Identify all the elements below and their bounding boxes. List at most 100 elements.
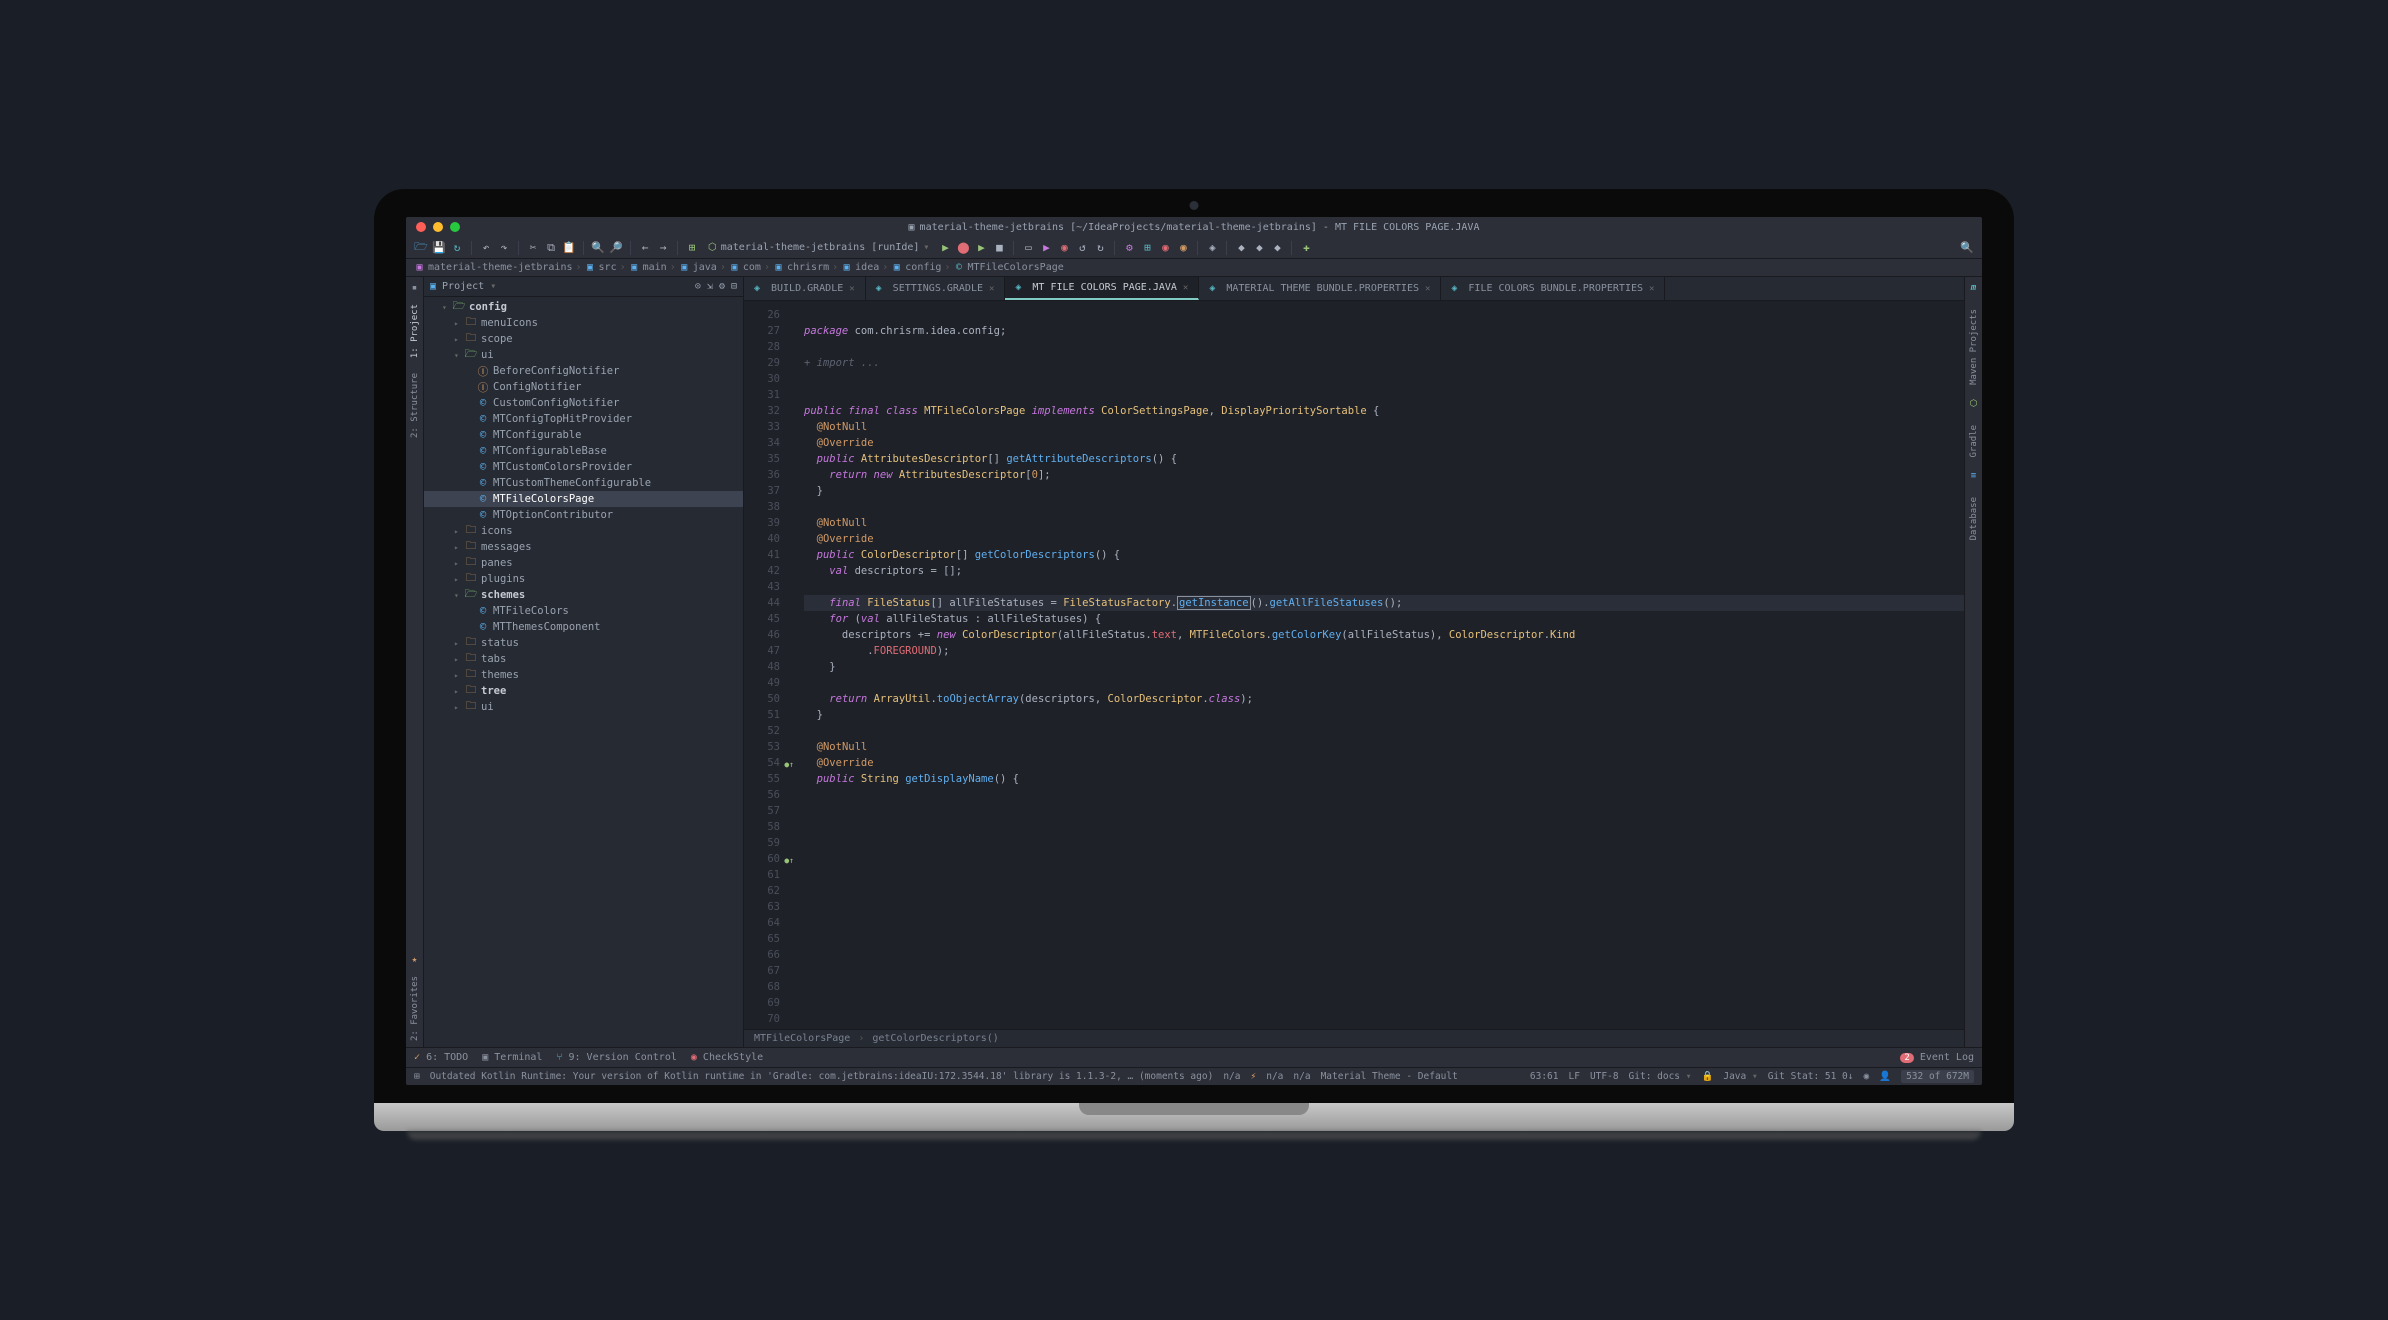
history2-icon[interactable]: ↻	[1093, 241, 1107, 255]
tree-item[interactable]: ©MTCustomColorsProvider	[424, 459, 743, 475]
tree-item[interactable]: ©CustomConfigNotifier	[424, 395, 743, 411]
b2-icon[interactable]: ◆	[1252, 241, 1266, 255]
project-tree[interactable]: ▾🗁config▸🗀menuIcons▸🗀scope▾🗁uiⒾBeforeCon…	[424, 297, 743, 1047]
collapse-icon[interactable]: ⇲	[707, 281, 713, 292]
editor-tab[interactable]: ◈MATERIAL THEME BUNDLE.PROPERTIES✕	[1199, 277, 1441, 300]
back-icon[interactable]: ←	[638, 241, 652, 255]
status-java[interactable]: Java ▾	[1723, 1071, 1757, 1082]
a1-icon[interactable]: ◈	[1205, 241, 1219, 255]
tree-item[interactable]: ▸🗀themes	[424, 667, 743, 683]
side-tab-project[interactable]: 1: Project	[408, 298, 422, 364]
tree-item[interactable]: ©MTConfigTopHitProvider	[424, 411, 743, 427]
gear-icon[interactable]: ⚙	[719, 281, 725, 292]
tree-item[interactable]: ▸🗀icons	[424, 523, 743, 539]
structure-icon[interactable]: ⊞	[1140, 241, 1154, 255]
debug-icon[interactable]: ⬤	[956, 241, 970, 255]
side-tab-database[interactable]: Database	[1967, 491, 1981, 546]
breadcrumb-item[interactable]: config	[905, 262, 941, 273]
tree-item[interactable]: ⒾConfigNotifier	[424, 379, 743, 395]
b3-icon[interactable]: ◆	[1270, 241, 1284, 255]
target-icon[interactable]: ⊙	[695, 281, 701, 292]
gauge-icon[interactable]: ◉	[1864, 1071, 1870, 1082]
tree-item[interactable]: ▸🗀menuIcons	[424, 315, 743, 331]
tree-item[interactable]: ▸🗀tree	[424, 683, 743, 699]
tree-item[interactable]: ▸🗀scope	[424, 331, 743, 347]
tree-item[interactable]: ©MTThemesComponent	[424, 619, 743, 635]
status-memory[interactable]: 532 of 672M	[1901, 1070, 1974, 1083]
breadcrumb-item[interactable]: com	[743, 262, 761, 273]
tree-item[interactable]: ▸🗀panes	[424, 555, 743, 571]
run-config-selector[interactable]: ⬡material-theme-jetbrains [runIde]▾	[703, 242, 934, 253]
coverage-icon[interactable]: ◉	[1057, 241, 1071, 255]
history-icon[interactable]: ↺	[1075, 241, 1089, 255]
side-tab-maven[interactable]: Maven Projects	[1967, 303, 1981, 391]
breadcrumb-item[interactable]: src	[599, 262, 617, 273]
replace-icon[interactable]: 🔎	[609, 241, 623, 255]
breadcrumb-item[interactable]: chrisrm	[787, 262, 829, 273]
breadcrumb-item[interactable]: MTFileColorsPage	[967, 262, 1063, 273]
tree-item[interactable]: ▸🗀plugins	[424, 571, 743, 587]
status-git[interactable]: Git: docs ▾	[1629, 1071, 1692, 1082]
layout-icon[interactable]: ▭	[1021, 241, 1035, 255]
close-icon[interactable]	[416, 222, 426, 232]
minimize-icon[interactable]	[433, 222, 443, 232]
plugin-icon[interactable]: ◉	[1176, 241, 1190, 255]
cut-icon[interactable]: ✂	[526, 241, 540, 255]
tree-item[interactable]: ▸🗀status	[424, 635, 743, 651]
maximize-icon[interactable]	[450, 222, 460, 232]
breadcrumb-item[interactable]: material-theme-jetbrains	[428, 262, 573, 273]
traffic-lights[interactable]	[416, 222, 460, 232]
side-tab-structure[interactable]: 2: Structure	[408, 367, 422, 444]
editor-tab[interactable]: ◈SETTINGS.GRADLE✕	[866, 277, 1006, 300]
editor-tab[interactable]: ◈BUILD.GRADLE✕	[744, 277, 866, 300]
tree-item[interactable]: ©MTFileColorsPage	[424, 491, 743, 507]
find-icon[interactable]: 🔍	[591, 241, 605, 255]
puzzle-icon[interactable]: ✚	[1299, 241, 1313, 255]
tree-item[interactable]: ▸🗀tabs	[424, 651, 743, 667]
save-icon[interactable]: 💾	[432, 241, 446, 255]
status-pos[interactable]: 63:61	[1530, 1071, 1559, 1082]
hide-icon[interactable]: ⊟	[731, 281, 737, 292]
profile-icon[interactable]: ▶	[1039, 241, 1053, 255]
sync-icon[interactable]: ↻	[450, 241, 464, 255]
gutter[interactable]: 2627282930313233343536373839404142434445…	[744, 301, 786, 1029]
vcs-button[interactable]: ⑂ 9: Version Control	[556, 1052, 676, 1063]
status-lf[interactable]: LF	[1568, 1071, 1579, 1082]
status-enc[interactable]: UTF-8	[1590, 1071, 1619, 1082]
open-icon[interactable]: 🗁	[414, 241, 428, 255]
settings-icon[interactable]: ⚙	[1122, 241, 1136, 255]
side-tab-gradle[interactable]: Gradle	[1967, 419, 1981, 464]
breadcrumb-item[interactable]: java	[693, 262, 717, 273]
tree-item[interactable]: ⒾBeforeConfigNotifier	[424, 363, 743, 379]
editor-tab[interactable]: ◈FILE COLORS BUNDLE.PROPERTIES✕	[1441, 277, 1665, 300]
sdk-icon[interactable]: ◉	[1158, 241, 1172, 255]
breadcrumb-item[interactable]: main	[643, 262, 667, 273]
tree-item[interactable]: ▸🗀ui	[424, 699, 743, 715]
tree-item[interactable]: ▾🗁config	[424, 299, 743, 315]
todo-button[interactable]: ✓ 6: TODO	[414, 1052, 468, 1063]
lock-icon[interactable]: 🔒	[1702, 1071, 1714, 1082]
search-everywhere-icon[interactable]: 🔍	[1960, 241, 1974, 255]
b1-icon[interactable]: ◆	[1234, 241, 1248, 255]
tree-item[interactable]: ©MTConfigurable	[424, 427, 743, 443]
tree-item[interactable]: ©MTFileColors	[424, 603, 743, 619]
run-icon[interactable]: ▶	[938, 241, 952, 255]
editor-tab[interactable]: ◈MT FILE COLORS PAGE.JAVA✕	[1005, 277, 1199, 300]
redo-icon[interactable]: ↷	[497, 241, 511, 255]
tree-item[interactable]: ©MTConfigurableBase	[424, 443, 743, 459]
checkstyle-button[interactable]: ◉ CheckStyle	[691, 1052, 763, 1063]
run2-icon[interactable]: ▶	[974, 241, 988, 255]
status-gitstat[interactable]: Git Stat: 51 0↓	[1768, 1071, 1854, 1082]
tree-item[interactable]: ©MTCustomThemeConfigurable	[424, 475, 743, 491]
stop-icon[interactable]: ■	[992, 241, 1006, 255]
tree-item[interactable]: ©MTOptionContributor	[424, 507, 743, 523]
copy-icon[interactable]: ⧉	[544, 241, 558, 255]
paste-icon[interactable]: 📋	[562, 241, 576, 255]
tree-item[interactable]: ▾🗁ui	[424, 347, 743, 363]
side-tab-favorites[interactable]: 2: Favorites	[408, 970, 422, 1047]
terminal-button[interactable]: ▣ Terminal	[482, 1052, 542, 1063]
breadcrumb-item[interactable]: idea	[855, 262, 879, 273]
undo-icon[interactable]: ↶	[479, 241, 493, 255]
forward-icon[interactable]: →	[656, 241, 670, 255]
tree-item[interactable]: ▸🗀messages	[424, 539, 743, 555]
